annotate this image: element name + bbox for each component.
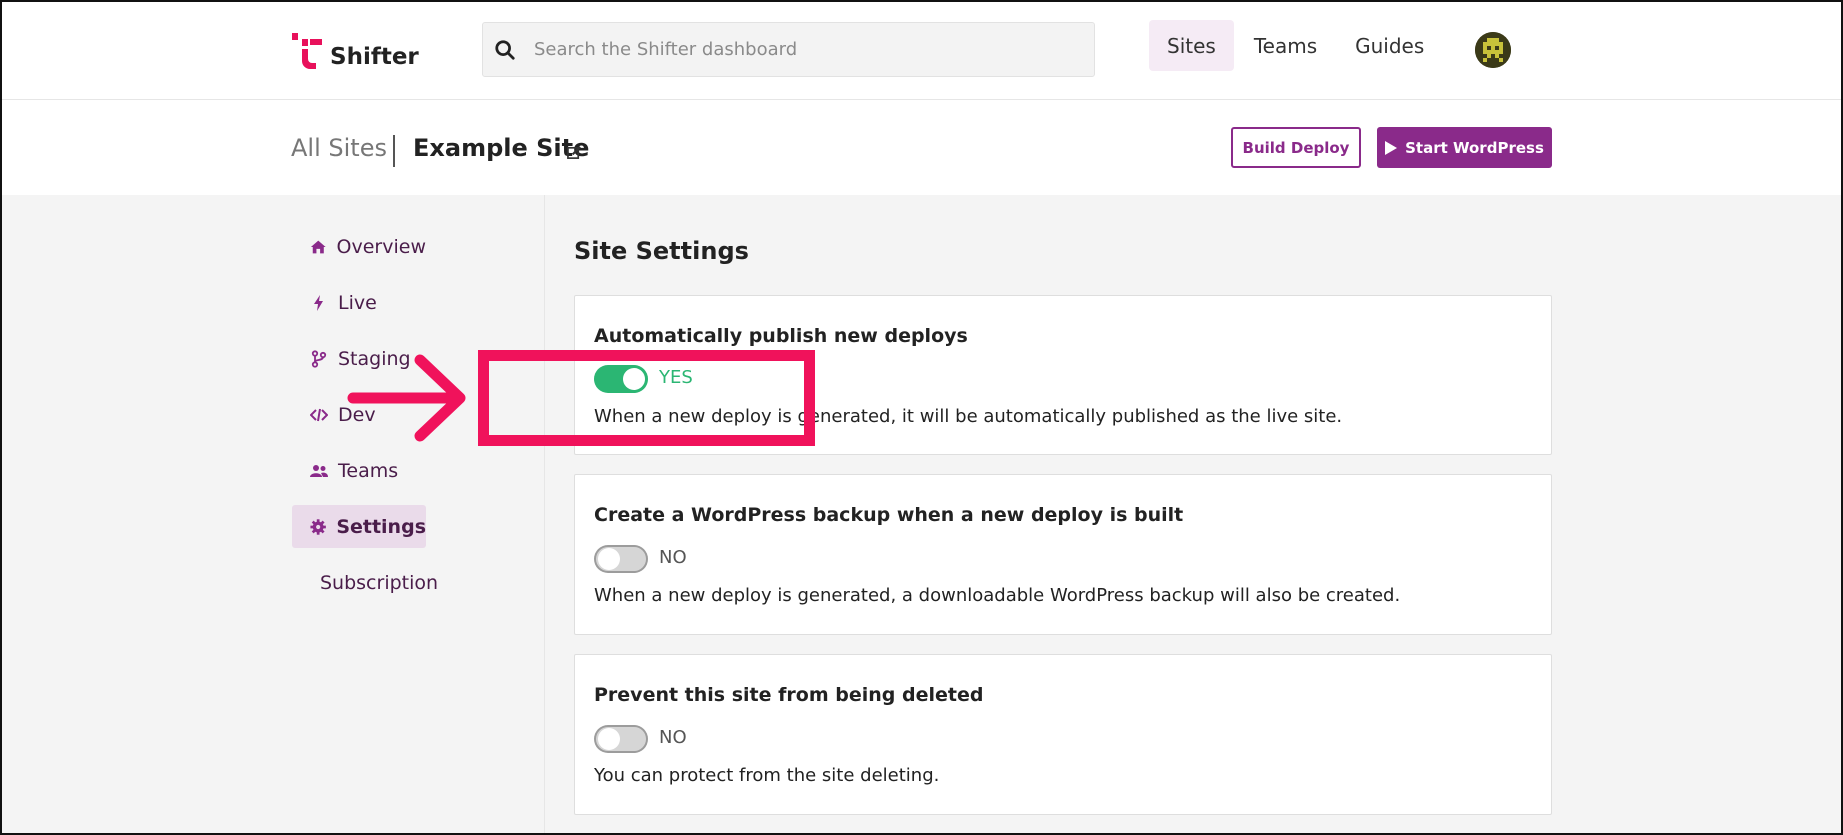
shifter-logo-icon bbox=[292, 33, 322, 69]
breadcrumb-all-sites[interactable]: All Sites bbox=[291, 134, 387, 162]
breadcrumb-site-name: Example Site bbox=[413, 134, 590, 162]
sidebar-item-label: Subscription bbox=[320, 571, 439, 594]
setting-title: Create a WordPress backup when a new dep… bbox=[594, 504, 1184, 526]
nav-guides[interactable]: Guides bbox=[1337, 20, 1442, 71]
nav-sites[interactable]: Sites bbox=[1149, 20, 1234, 71]
start-wordpress-label: Start WordPress bbox=[1405, 138, 1544, 157]
toggle-knob bbox=[598, 548, 620, 570]
sidebar-item-label: Live bbox=[338, 291, 377, 314]
toggle-state-label: NO bbox=[659, 547, 687, 568]
sidebar-item-subscription[interactable]: Subscription bbox=[292, 561, 438, 604]
page-title: Site Settings bbox=[574, 237, 749, 265]
bolt-icon bbox=[314, 294, 323, 311]
setting-card-delete-protection: Prevent this site from being deleted NO … bbox=[574, 654, 1552, 815]
logo-text: Shifter bbox=[330, 44, 419, 70]
setting-description: When a new deploy is generated, a downlo… bbox=[594, 585, 1401, 606]
toggle-knob bbox=[598, 728, 620, 750]
top-navigation-bar: Shifter Sites Teams Guides bbox=[0, 0, 1843, 100]
delete-protection-toggle[interactable] bbox=[594, 725, 648, 753]
user-avatar[interactable] bbox=[1475, 32, 1511, 68]
setting-card-wordpress-backup: Create a WordPress backup when a new dep… bbox=[574, 474, 1552, 635]
sidebar-item-label: Teams bbox=[338, 459, 399, 482]
sidebar-item-overview[interactable]: Overview bbox=[292, 225, 426, 268]
main-nav: Sites Teams Guides bbox=[1149, 20, 1444, 71]
setting-title: Prevent this site from being deleted bbox=[594, 684, 984, 706]
build-deploy-button[interactable]: Build Deploy bbox=[1231, 127, 1361, 168]
users-icon bbox=[310, 464, 328, 477]
search-input[interactable] bbox=[534, 39, 1074, 60]
backup-toggle[interactable] bbox=[594, 545, 648, 573]
gear-icon bbox=[310, 518, 326, 535]
setting-description: You can protect from the site deleting. bbox=[594, 765, 940, 786]
sidebar-item-label: Overview bbox=[336, 235, 426, 258]
toggle-state-label: NO bbox=[659, 727, 687, 748]
site-header: All Sites Example Site Build Deploy Star… bbox=[0, 100, 1843, 195]
breadcrumb-divider bbox=[393, 135, 395, 167]
sidebar-item-teams[interactable]: Teams bbox=[292, 449, 426, 492]
search-icon bbox=[495, 39, 515, 60]
annotation-arrow bbox=[347, 354, 466, 442]
sidebar-item-label: Settings bbox=[336, 515, 426, 538]
shifter-logo[interactable]: Shifter bbox=[292, 32, 419, 70]
avatar-icon bbox=[1475, 32, 1511, 68]
nav-teams[interactable]: Teams bbox=[1236, 20, 1335, 71]
setting-title: Automatically publish new deploys bbox=[594, 325, 968, 347]
home-icon bbox=[310, 240, 326, 253]
edit-icon[interactable] bbox=[567, 145, 582, 160]
code-icon bbox=[310, 408, 328, 421]
branch-icon bbox=[311, 349, 327, 368]
annotation-highlight-box bbox=[478, 350, 815, 446]
sidebar-item-settings[interactable]: Settings bbox=[292, 505, 426, 548]
start-wordpress-button[interactable]: Start WordPress bbox=[1377, 127, 1552, 168]
sidebar-item-live[interactable]: Live bbox=[292, 281, 426, 324]
play-icon bbox=[1385, 140, 1398, 155]
search-bar[interactable] bbox=[482, 22, 1095, 77]
